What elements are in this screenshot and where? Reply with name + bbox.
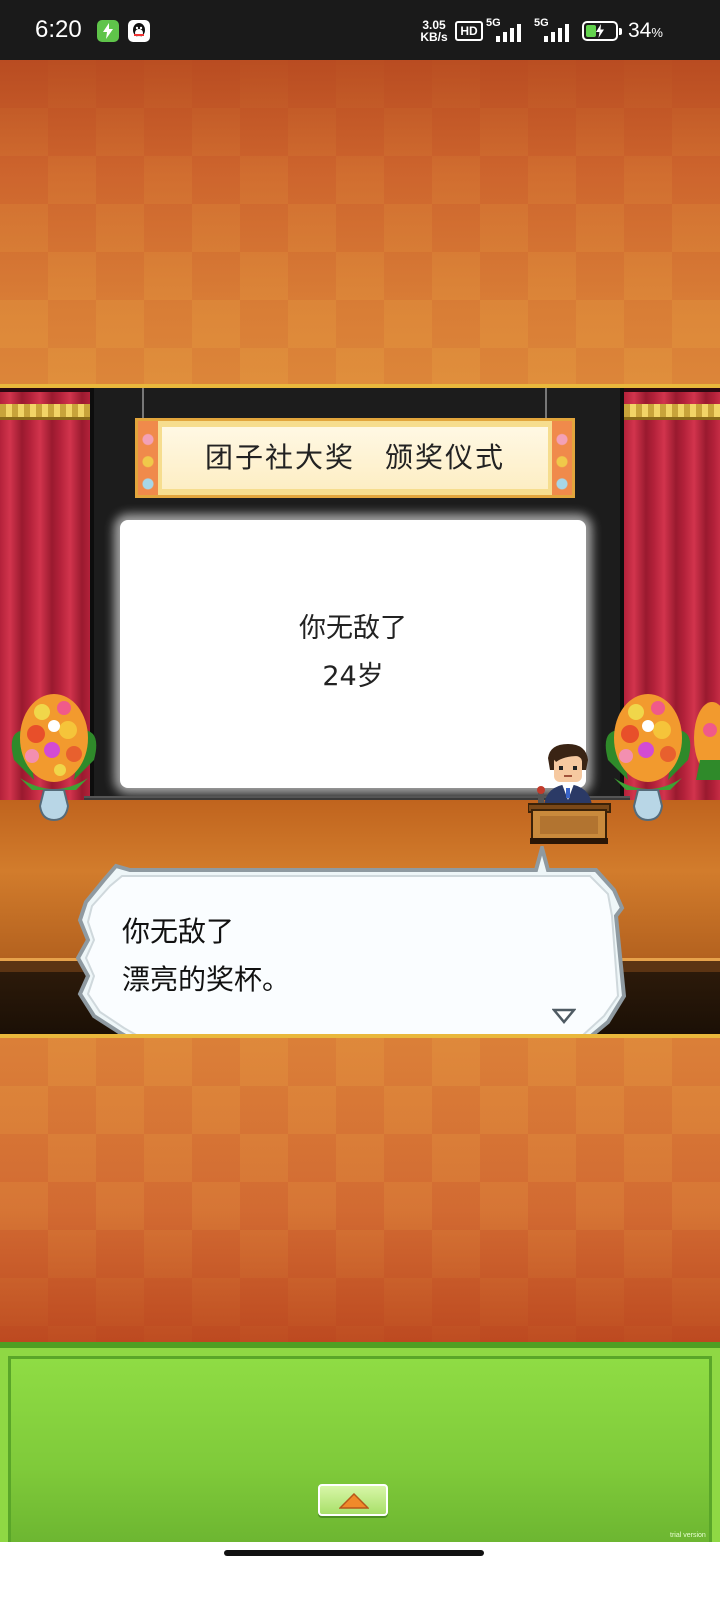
hd-voice-badge: HD [455,21,483,41]
battery-charging-icon [582,21,622,41]
network-speed: 3.05 KB/s [416,19,452,43]
banner-title: 团子社大奖 颁奖仪式 [204,441,505,474]
presenter-at-podium [528,744,611,844]
signal-icon [544,24,569,42]
award-age: 24岁 [322,661,384,692]
signal-icon [496,24,521,42]
battery-percent-value: 34 [628,19,652,42]
expand-menu-button[interactable] [318,1484,388,1516]
dialog-line-2: 漂亮的奖杯。 [122,963,291,996]
dialog-line-1: 你无敌了 [122,915,235,948]
banner-wire [545,388,547,418]
battery-percent: 34% [628,19,663,43]
award-name: 你无敌了 [299,613,407,644]
curtain-valance-right [624,404,720,420]
flower-bouquet-left [11,694,97,822]
qq-icon [128,20,150,42]
checkered-wall-top [0,60,720,388]
charging-app-icon [97,20,119,42]
checkered-wall-bottom [0,1038,720,1346]
banner-wire [142,388,144,418]
triangle-up-icon [339,1493,369,1509]
home-indicator[interactable] [224,1550,484,1556]
award-screen: 你无敌了 24岁 [120,520,586,788]
ceremony-banner: 团子社大奖 颁奖仪式 [135,418,575,498]
network-speed-unit: KB/s [420,30,448,44]
dialog-box[interactable]: 你无敌了 漂亮的奖杯。 [76,846,626,1046]
status-bar: 6:20 3.05 KB/s HD 5G 5G 34% [0,0,720,60]
trial-watermark: trial version [670,1532,706,1539]
clock: 6:20 [35,16,82,43]
battery-percent-symbol: % [651,25,663,40]
curtain-valance-left [0,404,92,420]
flower-bouquet-right [605,694,720,822]
dialog-next-arrow-icon[interactable] [552,1006,576,1026]
